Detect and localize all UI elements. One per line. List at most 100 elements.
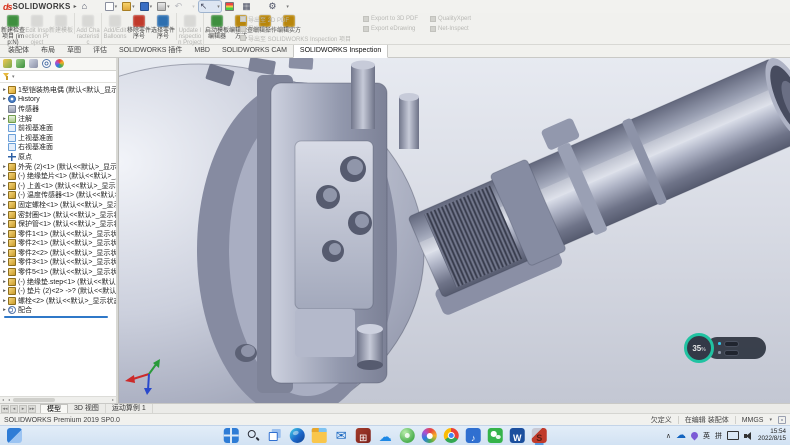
- filter-dropdown-icon[interactable]: ▾: [12, 74, 15, 80]
- add-characteristic-icon[interactable]: Add Characteristic: [76, 13, 102, 47]
- tree-item[interactable]: 上视基准面: [1, 133, 116, 143]
- expand-arrow-icon[interactable]: [1, 269, 8, 275]
- new-template-icon[interactable]: 新建模板: [49, 13, 75, 34]
- export-inspection-project-icon[interactable]: 导出至 SOLIDWORKS Inspection 项目: [240, 34, 351, 42]
- save-icon[interactable]: ▾: [139, 1, 154, 12]
- select-balloons-icon[interactable]: 选择零件序号: [151, 13, 177, 40]
- new-inspection-project-icon[interactable]: 新建检查项目 (imp:N): [1, 13, 25, 47]
- expand-arrow-icon[interactable]: [1, 307, 8, 313]
- ribbon-tab[interactable]: 评估: [87, 45, 113, 57]
- tag-icon[interactable]: [778, 416, 786, 424]
- red-office-app-icon[interactable]: [355, 426, 372, 445]
- expand-arrow-icon[interactable]: [1, 221, 8, 227]
- tree-item[interactable]: 注解: [1, 114, 116, 124]
- units-selector[interactable]: MMGS: [742, 417, 764, 424]
- expand-arrow-icon[interactable]: [1, 298, 8, 304]
- taskbar-clock[interactable]: 15:54 2022/8/15: [758, 429, 786, 443]
- tab-scroll-left-icon[interactable]: ◂: [10, 405, 18, 413]
- ribbon-tab[interactable]: SOLIDWORKS Inspection: [293, 44, 388, 58]
- cloud-drive-icon[interactable]: [377, 426, 394, 445]
- tree-item[interactable]: 零件3<1> (默认<<默认>_显示状: [1, 258, 116, 268]
- green-browser-icon[interactable]: [399, 426, 416, 445]
- open-file-icon[interactable]: ▾: [121, 1, 136, 12]
- tree-item[interactable]: 前视基准面: [1, 123, 116, 133]
- launch-template-editor-icon[interactable]: 启动模板编辑器: [205, 13, 229, 40]
- ribbon-tab[interactable]: 装配体: [2, 45, 35, 57]
- ime-mode-indicator[interactable]: 拼: [715, 431, 722, 441]
- tree-item[interactable]: (-) 温度传感器<1> (默认<<默认>_: [1, 191, 116, 201]
- start-button[interactable]: [223, 426, 240, 445]
- tree-item[interactable]: 传感器: [1, 104, 116, 114]
- tree-item[interactable]: (-) 绝缘垫片<1> (默认<<默认>_显: [1, 171, 116, 181]
- displaymanager-icon[interactable]: [55, 59, 64, 68]
- chrome-icon[interactable]: [443, 426, 460, 445]
- location-icon[interactable]: [690, 431, 700, 441]
- blue-media-app-icon[interactable]: [465, 426, 482, 445]
- ribbon-tab[interactable]: 草图: [61, 45, 87, 57]
- propertymanager-icon[interactable]: [16, 59, 25, 68]
- add-edit-balloons-icon[interactable]: Add/Edit Balloons: [103, 13, 127, 40]
- tree-item[interactable]: (-) 垫片 (2)<2> ->? (默认<<默认: [1, 286, 116, 296]
- mail-icon[interactable]: [333, 426, 350, 445]
- home-icon[interactable]: ⌂▾: [81, 1, 101, 12]
- expand-arrow-icon[interactable]: [1, 231, 8, 237]
- cast-display-icon[interactable]: [727, 431, 739, 440]
- export-excel-icon[interactable]: 导出至 Excel: [240, 25, 351, 33]
- quick-access-expander-icon[interactable]: ▸: [74, 3, 77, 10]
- qualityxpert-icon[interactable]: QualityXpert: [430, 15, 471, 23]
- tree-item[interactable]: 零件2<1> (默认<<默认>_显示状: [1, 239, 116, 249]
- expand-arrow-icon[interactable]: [1, 192, 8, 198]
- tab-scroll-right-icon[interactable]: ▸: [19, 405, 27, 413]
- tree-filter[interactable]: ▾: [0, 71, 116, 83]
- units-dropdown-icon[interactable]: ▾: [769, 417, 772, 423]
- expand-arrow-icon[interactable]: [1, 279, 8, 285]
- expand-arrow-icon[interactable]: [1, 164, 8, 170]
- wechat-icon[interactable]: [487, 426, 504, 445]
- edge-icon[interactable]: [289, 426, 306, 445]
- tree-item[interactable]: 固定螺栓<1> (默认<<默认>_显示: [1, 200, 116, 210]
- mouse-widget-button[interactable]: [724, 350, 739, 356]
- update-inspection-project-icon[interactable]: Update Inspection Project: [178, 13, 204, 47]
- panel-horizontal-scrollbar[interactable]: ◂ ◂ ▸: [0, 396, 116, 403]
- widgets-icon[interactable]: [7, 428, 22, 443]
- mouse-widget-button[interactable]: [724, 341, 739, 347]
- tree-item[interactable]: 密封圈<1> (默认<<默认>_显示状: [1, 210, 116, 220]
- print-icon[interactable]: ▾: [156, 1, 171, 12]
- tree-root-item[interactable]: 1型铠装热电偶 (默认<默认_显示状态-1: [1, 85, 116, 95]
- featuremanager-tree-icon[interactable]: [3, 59, 12, 68]
- zoom-dial[interactable]: 35%: [684, 333, 714, 363]
- taskbar-search-icon[interactable]: [245, 426, 262, 445]
- dimxpertmanager-icon[interactable]: [42, 59, 51, 68]
- export-2d-pdf-icon[interactable]: 导出至 2D PDF: [240, 15, 351, 23]
- tab-scroll-first-icon[interactable]: ◂◂: [1, 405, 9, 413]
- expand-arrow-icon[interactable]: [1, 87, 8, 93]
- scrollbar-thumb[interactable]: [13, 398, 55, 402]
- onedrive-icon[interactable]: [676, 430, 686, 441]
- task-view-icon[interactable]: [267, 426, 284, 445]
- expand-arrow-icon[interactable]: [1, 250, 8, 256]
- remove-balloons-icon[interactable]: 移除零件序号: [127, 13, 151, 40]
- tree-item[interactable]: History: [1, 95, 116, 105]
- expand-arrow-icon[interactable]: [1, 96, 8, 102]
- display-pane-icon[interactable]: ▦▾: [241, 1, 264, 12]
- tree-item[interactable]: 零件2<2> (默认<<默认>_显示状: [1, 248, 116, 258]
- tree-item[interactable]: (-) 绝缘垫.step<1> (默认<<默认: [1, 277, 116, 287]
- appearance-icon[interactable]: ▾: [224, 1, 239, 12]
- select-cursor-icon[interactable]: ↖▾: [199, 1, 221, 12]
- graphics-area[interactable]: 35%: [119, 57, 790, 403]
- ribbon-tab[interactable]: MBD: [188, 45, 216, 57]
- configurationmanager-icon[interactable]: [29, 59, 38, 68]
- net-inspect-icon[interactable]: Net-Inspect: [430, 25, 471, 33]
- expand-arrow-icon[interactable]: [1, 212, 8, 218]
- new-document-icon[interactable]: ▾: [104, 1, 119, 12]
- expand-arrow-icon[interactable]: [1, 116, 8, 122]
- tree-item[interactable]: 配合: [1, 306, 116, 316]
- expand-arrow-icon[interactable]: [1, 202, 8, 208]
- ribbon-tab[interactable]: 布局: [35, 45, 61, 57]
- export-3d-pdf-icon[interactable]: Export to 3D PDF: [363, 15, 418, 23]
- color-wheel-app-icon[interactable]: [421, 426, 438, 445]
- undo-icon[interactable]: ↶▾: [174, 1, 196, 12]
- expand-arrow-icon[interactable]: [1, 183, 8, 189]
- options-gear-icon[interactable]: ⚙▾: [267, 1, 290, 12]
- expand-arrow-icon[interactable]: [1, 259, 8, 265]
